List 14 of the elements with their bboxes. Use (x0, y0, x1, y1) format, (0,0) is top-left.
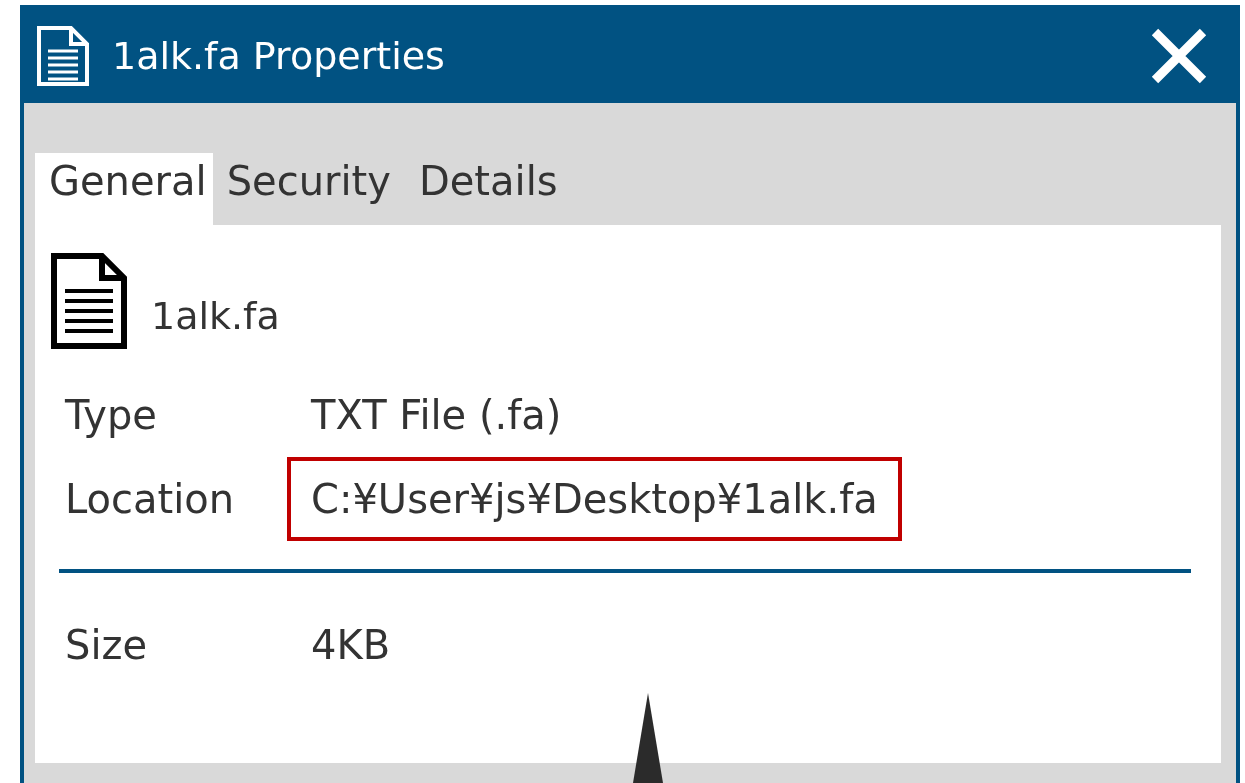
tab[interactable]: General (35, 153, 213, 225)
window-title: 1alk.fa Properties (112, 32, 445, 80)
file-name: 1alk.fa (151, 293, 280, 340)
property-label: Type (65, 391, 158, 440)
tab[interactable]: Security (212, 155, 405, 225)
document-icon (51, 253, 127, 349)
tab[interactable]: Details (404, 155, 572, 225)
property-value: 4KB (310, 621, 392, 670)
highlighted-property-value: C:¥User¥js¥Desktop¥1alk.fa (287, 457, 902, 541)
property-label: Size (65, 621, 149, 670)
close-icon (1150, 27, 1208, 85)
property-label: Location (65, 475, 236, 524)
document-icon (36, 25, 90, 87)
property-value: TXT File (.fa) (310, 391, 563, 440)
